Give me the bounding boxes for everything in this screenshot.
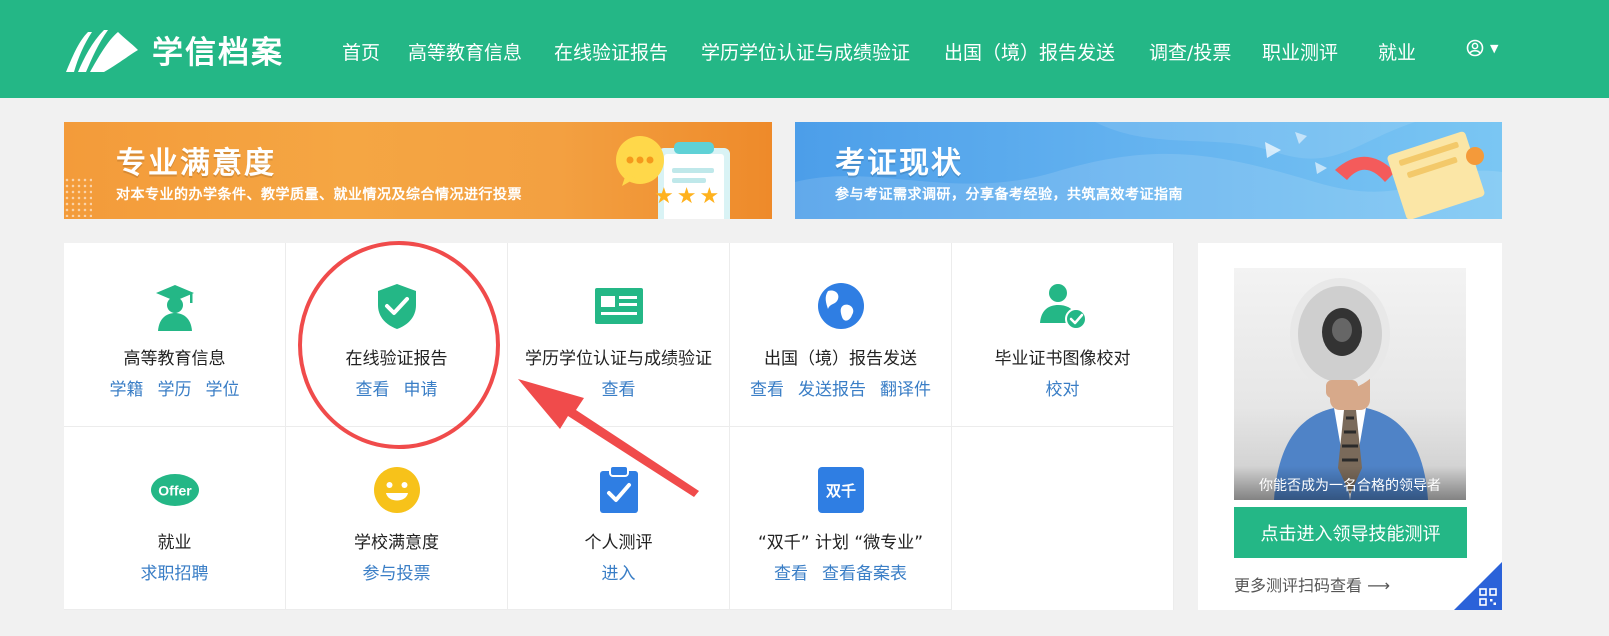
graduate-icon [155, 285, 194, 331]
service-title: 就业 [157, 533, 192, 553]
shield-check-icon [377, 284, 416, 329]
link-send-report[interactable]: 发送报告 [798, 380, 866, 400]
banner-title: 专业满意度 [116, 146, 276, 181]
logo-icon [66, 29, 138, 72]
service-online-verification: 在线验证报告 查看 申请 [286, 243, 508, 427]
nav-employment[interactable]: 就业 [1378, 38, 1416, 65]
service-shuangqian-plan: 双千 “双千” 计划 “微专业” 查看 查看备案表 [730, 427, 952, 610]
link-student-status[interactable]: 学籍 [110, 380, 144, 400]
nav-career-assessment[interactable]: 职业测评 [1262, 38, 1338, 65]
more-assessments-link[interactable]: 更多测评扫码查看 ⟶ [1234, 572, 1390, 596]
leadership-assessment-promo: 你能否成为一名合格的领导者 点击进入领导技能测评 更多测评扫码查看 ⟶ [1198, 243, 1502, 610]
clipboard-check-icon [599, 465, 638, 513]
user-circle-icon [1466, 39, 1484, 57]
offer-icon: Offer [150, 474, 199, 506]
link-view[interactable]: 查看 [602, 380, 636, 400]
service-school-satisfaction: 学校满意度 参与投票 [286, 427, 508, 610]
offer-icon-text: Offer [158, 483, 192, 499]
service-title: 出国（境）报告发送 [764, 349, 917, 369]
banner-subtitle: 对本专业的办学条件、教学质量、就业情况及综合情况进行投票 [116, 187, 522, 203]
banner-subtitle: 参与考证需求调研，分享备考经验，共筑高效考证指南 [835, 187, 1183, 203]
major-satisfaction-banner[interactable]: 专业满意度 对本专业的办学条件、教学质量、就业情况及综合情况进行投票 ★★★ [64, 122, 772, 219]
service-higher-education: 高等教育信息 学籍 学历 学位 [64, 243, 286, 427]
link-degree[interactable]: 学位 [206, 380, 240, 400]
service-links: 校对 [952, 375, 1173, 400]
service-links: 查看 申请 [286, 375, 507, 400]
link-view[interactable]: 查看 [356, 380, 390, 400]
service-title: 高等教育信息 [123, 349, 226, 369]
promo-image[interactable]: 你能否成为一名合格的领导者 [1234, 268, 1466, 500]
link-job-search[interactable]: 求职招聘 [141, 564, 209, 584]
id-card-icon [594, 288, 643, 324]
promo-caption: 你能否成为一名合格的领导者 [1234, 466, 1466, 500]
service-title: 学校满意度 [354, 533, 439, 553]
link-apply[interactable]: 申请 [404, 380, 438, 400]
link-enter[interactable]: 进入 [602, 564, 636, 584]
service-employment: Offer 就业 求职招聘 [64, 427, 286, 610]
link-education[interactable]: 学历 [158, 380, 192, 400]
smiley-icon [373, 467, 420, 513]
nav-higher-education[interactable]: 高等教育信息 [408, 38, 522, 65]
nav-home[interactable]: 首页 [342, 38, 380, 65]
qr-code-icon[interactable] [1479, 588, 1497, 606]
service-links: 进入 [508, 559, 729, 584]
service-links: 学籍 学历 学位 [64, 375, 285, 400]
chevron-down-icon: ▼ [1490, 41, 1499, 55]
service-links: 查看 查看备案表 [730, 559, 951, 584]
link-view[interactable]: 查看 [774, 564, 808, 584]
shuangqian-icon: 双千 [817, 467, 864, 513]
link-vote[interactable]: 参与投票 [363, 564, 431, 584]
service-title: 毕业证书图像校对 [994, 349, 1131, 369]
services-grid: 高等教育信息 学籍 学历 学位 在线验证报告 查看 申请 学历学位认证与成绩验证 查看 [64, 243, 1174, 610]
service-title: “双千” 计划 “微专业” [757, 533, 924, 553]
globe-icon [817, 283, 864, 329]
user-menu[interactable]: ▼ [1466, 39, 1498, 57]
shuangqian-icon-text: 双千 [825, 482, 855, 500]
service-title: 学历学位认证与成绩验证 [525, 349, 712, 369]
stars-icon: ★★★ [654, 184, 723, 209]
banner-title: 考证现状 [835, 146, 963, 181]
site-logo[interactable]: 学信档案 [64, 27, 284, 72]
link-view-filing-form[interactable]: 查看备案表 [822, 564, 907, 584]
certificate-status-banner[interactable]: 考证现状 参与考证需求调研，分享备考经验，共筑高效考证指南 [795, 122, 1502, 219]
service-certificate-proofread: 毕业证书图像校对 校对 [952, 243, 1174, 427]
service-links: 查看 [508, 375, 729, 400]
user-check-icon [1039, 284, 1087, 330]
dot-pattern [64, 177, 92, 217]
service-degree-certification: 学历学位认证与成绩验证 查看 [508, 243, 730, 427]
service-links: 参与投票 [286, 559, 507, 584]
leadership-assessment-button[interactable]: 点击进入领导技能测评 [1234, 507, 1467, 558]
empty-cell [952, 427, 1174, 610]
top-navigation-bar: 学信档案 首页 高等教育信息 在线验证报告 学历学位认证与成绩验证 出国（境）报… [0, 0, 1609, 98]
nav-abroad-report[interactable]: 出国（境）报告发送 [944, 38, 1115, 65]
service-links: 查看 发送报告 翻译件 [730, 375, 951, 400]
link-view[interactable]: 查看 [750, 380, 784, 400]
nav-survey-vote[interactable]: 调查/投票 [1149, 38, 1231, 65]
link-proofread[interactable]: 校对 [1046, 380, 1080, 400]
logo-text: 学信档案 [152, 35, 284, 71]
nav-online-verification[interactable]: 在线验证报告 [554, 38, 668, 65]
link-translation[interactable]: 翻译件 [880, 380, 931, 400]
nav-degree-certification[interactable]: 学历学位认证与成绩验证 [701, 38, 910, 65]
service-links: 求职招聘 [64, 559, 285, 584]
service-title: 在线验证报告 [345, 349, 448, 369]
service-personal-assessment: 个人测评 进入 [508, 427, 730, 610]
service-title: 个人测评 [584, 533, 653, 553]
service-abroad-report: 出国（境）报告发送 查看 发送报告 翻译件 [730, 243, 952, 427]
